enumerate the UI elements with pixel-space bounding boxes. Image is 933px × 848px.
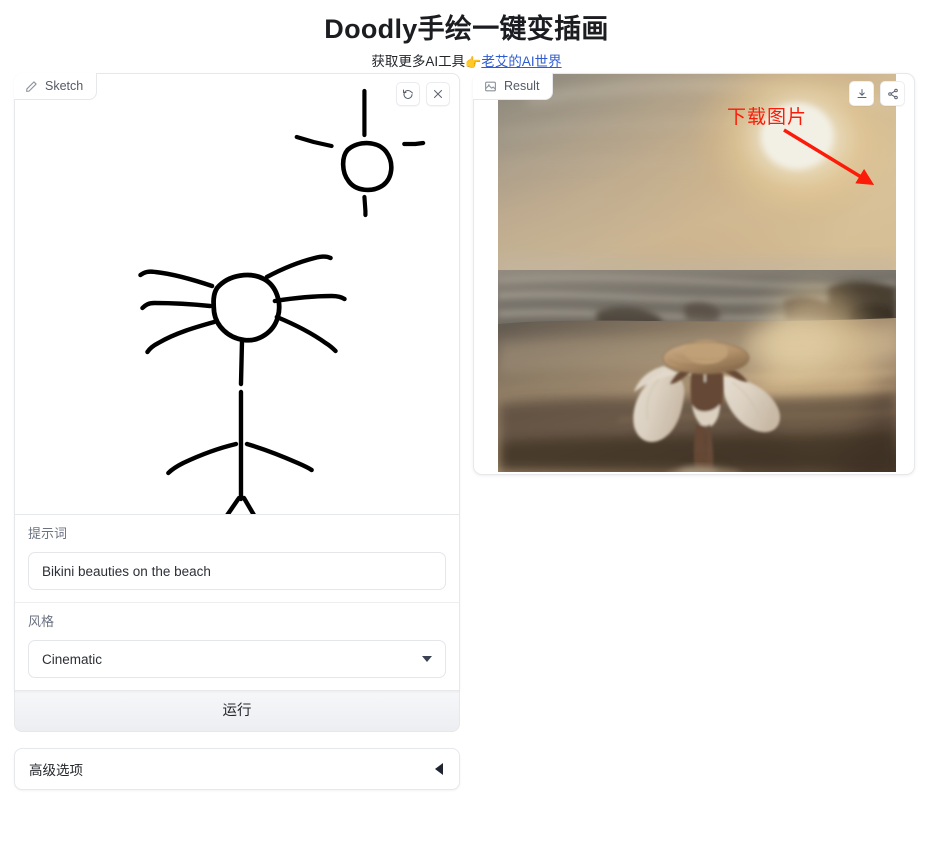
ai-world-link[interactable]: 老艾的AI世界 [481,54,561,69]
page-title: Doodly手绘一键变插画 [324,14,609,44]
result-tools [849,81,905,106]
result-tab-label: Result [504,79,540,93]
right-column: Result [473,73,915,475]
download-icon [856,88,868,100]
image-icon [484,80,497,93]
prompt-field-group: 提示词 [15,515,459,603]
prompt-input[interactable] [28,552,446,590]
page-header: Doodly手绘一键变插画 获取更多AI工具👉老艾的AI世界 [0,0,933,73]
sketch-tab-label: Sketch [45,79,84,93]
clear-sketch-button[interactable] [426,82,450,106]
prompt-label: 提示词 [28,526,68,541]
style-selected-value: Cinematic [42,651,103,667]
pencil-icon [25,80,38,93]
sketch-panel[interactable]: Sketch [14,73,460,515]
share-button[interactable] [880,81,905,106]
advanced-options-label: 高级选项 [29,763,83,778]
style-field-group: 风格 Cinematic [15,603,459,690]
share-nodes-icon [887,88,899,100]
workspace: Sketch 提示词 Bikini beauties on the beach … [0,73,933,833]
sketch-canvas[interactable] [15,74,459,514]
style-select[interactable]: Cinematic [28,640,446,678]
result-tab[interactable]: Result [473,73,554,100]
chevron-left-icon [435,763,443,775]
result-image[interactable] [498,74,896,472]
left-column: Sketch 提示词 Bikini beauties on the beach … [14,73,460,790]
page-subtitle: 获取更多AI工具👉老艾的AI世界 [0,52,933,73]
sketch-tools [396,82,450,106]
close-x-icon [432,88,444,100]
result-panel: Result [473,73,915,475]
undo-button[interactable] [396,82,420,106]
pointing-hand-right-icon: 👉 [465,55,482,70]
download-button[interactable] [849,81,874,106]
chevron-down-icon [422,656,432,662]
form-panel: 提示词 风格 Cinematic [14,515,460,691]
sketch-tab[interactable]: Sketch [14,73,98,100]
annotation-label: 下载图片 [727,107,808,128]
style-label: 风格 [28,614,55,629]
undo-rotate-icon [402,88,414,100]
subtitle-text: 获取更多AI工具 [371,54,466,69]
advanced-options-accordion[interactable]: 高级选项 [14,748,460,790]
run-button[interactable]: 运行 [14,690,460,732]
